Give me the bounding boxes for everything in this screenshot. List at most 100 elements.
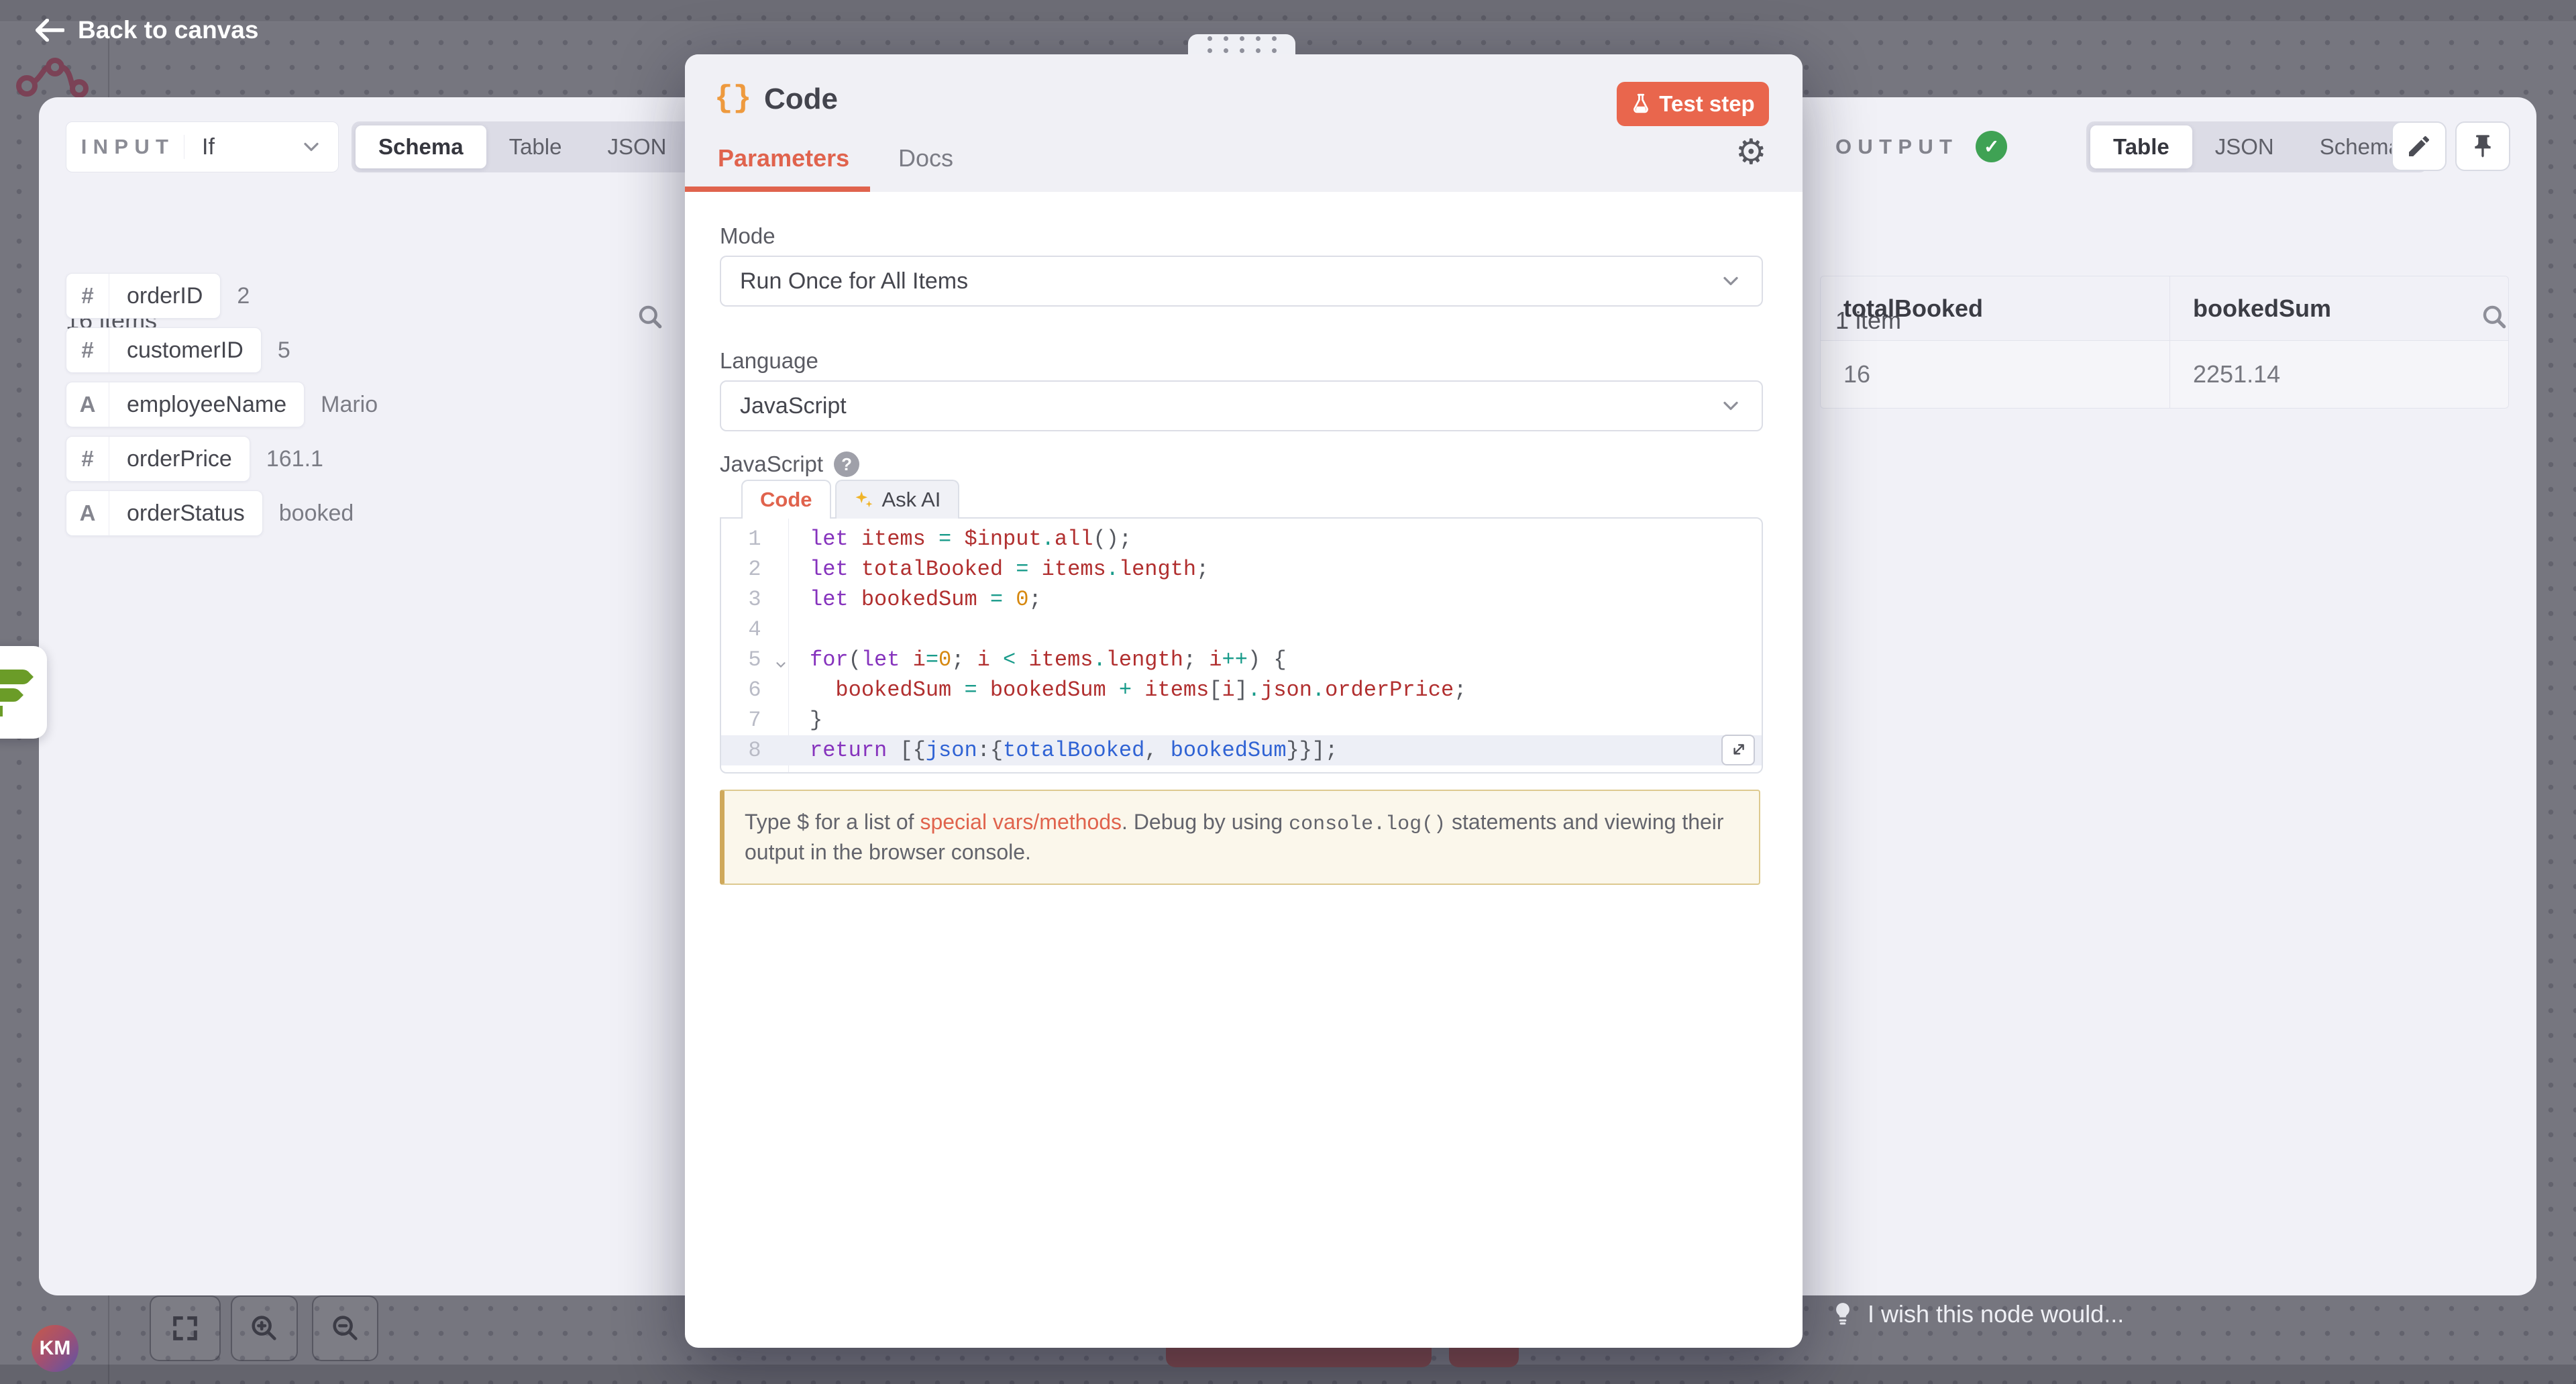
line-number: 8 bbox=[721, 735, 788, 765]
help-icon[interactable]: ? bbox=[834, 451, 859, 477]
zoom-in-icon bbox=[249, 1313, 280, 1344]
line-number: 5 bbox=[721, 645, 788, 675]
edit-output-button[interactable] bbox=[2392, 121, 2447, 171]
if-node-card[interactable] bbox=[0, 646, 47, 739]
sparkles-icon bbox=[854, 490, 874, 510]
tab-json[interactable]: JSON bbox=[584, 125, 689, 168]
pin-output-button[interactable] bbox=[2455, 121, 2510, 171]
pencil-icon bbox=[2406, 133, 2432, 160]
mode-value: Run Once for All Items bbox=[740, 268, 968, 295]
code-node-modal: {} Code Test step Parameters Docs ⚙ Mode… bbox=[685, 54, 1803, 1348]
input-source-value: If bbox=[184, 134, 299, 160]
code-text: let items = $input.all(); bbox=[810, 524, 1132, 554]
zoom-in-button[interactable] bbox=[231, 1295, 298, 1361]
tab-table[interactable]: Table bbox=[2090, 125, 2192, 168]
zoom-to-fit-button[interactable] bbox=[150, 1295, 221, 1361]
pin-icon bbox=[2469, 133, 2496, 160]
tab-table[interactable]: Table bbox=[486, 125, 585, 168]
chevron-down-icon bbox=[1719, 394, 1743, 418]
code-line-4[interactable]: 4 bbox=[721, 615, 1762, 645]
schema-field-row: #orderID 2 bbox=[66, 273, 378, 319]
tab-code[interactable]: Code bbox=[741, 480, 831, 519]
code-line-8[interactable]: 8 return [{json:{totalBooked, bookedSum}}… bbox=[721, 735, 1762, 765]
editor-label: JavaScript bbox=[720, 451, 823, 477]
tab-json[interactable]: JSON bbox=[2192, 125, 2297, 168]
schema-field-pill-employeeName[interactable]: AemployeeName bbox=[66, 382, 305, 427]
drag-dots-icon bbox=[1208, 36, 1277, 53]
string-type-icon: A bbox=[66, 491, 109, 535]
special-vars-link[interactable]: special vars/methods bbox=[920, 810, 1122, 834]
input-panel: INPUT If SchemaTableJSON 16 items #order… bbox=[39, 97, 685, 1295]
code-editor[interactable]: 1let items = $input.all();2 let totalBook… bbox=[720, 517, 1763, 774]
node-title: Code bbox=[764, 83, 838, 116]
schema-field-row: #customerID 5 bbox=[66, 327, 378, 373]
output-panel: OUTPUT ✓ TableJSONSchema 1 item totalBoo… bbox=[1803, 97, 2536, 1295]
zoom-out-button[interactable] bbox=[312, 1295, 378, 1361]
node-feedback-prompt[interactable]: I wish this node would... bbox=[1830, 1300, 2124, 1328]
cell-totalBooked: 16 bbox=[1821, 341, 2169, 408]
field-value: 5 bbox=[278, 337, 290, 364]
tab-parameters[interactable]: Parameters bbox=[718, 144, 849, 172]
back-to-canvas-button[interactable]: Back to canvas bbox=[35, 16, 258, 44]
code-line-5[interactable]: 5for(let i=0; i < items.length; i++) { bbox=[721, 645, 1762, 675]
zoom-out-icon bbox=[330, 1313, 361, 1344]
number-type-icon: # bbox=[66, 328, 109, 372]
chevron-down-icon bbox=[1719, 269, 1743, 293]
code-node-icon: {} bbox=[714, 81, 751, 116]
language-select[interactable]: JavaScript bbox=[720, 380, 1763, 431]
number-type-icon: # bbox=[66, 437, 109, 481]
success-check-icon: ✓ bbox=[1976, 131, 2007, 162]
editor-hint-callout: Type $ for a list of special vars/method… bbox=[720, 790, 1760, 885]
output-table: totalBookedbookedSum162251.14 bbox=[1820, 276, 2509, 409]
field-value: 2 bbox=[237, 283, 250, 309]
schema-field-pill-orderID[interactable]: #orderID bbox=[66, 273, 221, 319]
schema-field-row: #orderPrice161.1 bbox=[66, 436, 378, 482]
code-text: bookedSum = bookedSum + items[i].json.or… bbox=[810, 675, 1466, 705]
line-number: 7 bbox=[721, 705, 788, 735]
editor-tabs: Code Ask AI bbox=[720, 480, 963, 517]
input-source-selector[interactable]: INPUT If bbox=[66, 121, 339, 172]
output-display-mode-tabs: TableJSONSchema bbox=[2086, 121, 2428, 172]
schema-field-pill-orderStatus[interactable]: AorderStatus bbox=[66, 490, 263, 536]
code-line-3[interactable]: 3 let bookedSum = 0; bbox=[721, 584, 1762, 615]
field-name: orderPrice bbox=[109, 437, 250, 481]
field-name: orderID bbox=[109, 274, 220, 318]
tab-schema[interactable]: Schema bbox=[356, 125, 486, 168]
node-settings-gear-icon[interactable]: ⚙ bbox=[1735, 135, 1767, 170]
code-line-6[interactable]: 6 bookedSum = bookedSum + items[i].json.… bbox=[721, 675, 1762, 705]
mode-select[interactable]: Run Once for All Items bbox=[720, 256, 1763, 307]
line-number: 3 bbox=[721, 584, 788, 615]
string-type-icon: A bbox=[66, 382, 109, 427]
language-value: JavaScript bbox=[740, 393, 847, 419]
field-name: employeeName bbox=[109, 382, 304, 427]
editor-expand-button[interactable] bbox=[1721, 735, 1755, 765]
code-text: } bbox=[810, 705, 822, 735]
code-line-1[interactable]: 1let items = $input.all(); bbox=[721, 524, 1762, 554]
tab-docs[interactable]: Docs bbox=[898, 144, 953, 172]
node-feedback-text: I wish this node would... bbox=[1868, 1300, 2124, 1328]
code-line-2[interactable]: 2 let totalBooked = items.length; bbox=[721, 554, 1762, 584]
user-avatar[interactable]: KM bbox=[32, 1325, 78, 1372]
test-step-button[interactable]: Test step bbox=[1617, 82, 1769, 126]
schema-field-pill-customerID[interactable]: #customerID bbox=[66, 327, 262, 373]
expand-arrow-icon bbox=[1729, 741, 1747, 759]
schema-field-pill-orderPrice[interactable]: #orderPrice bbox=[66, 436, 250, 482]
line-number: 2 bbox=[721, 554, 788, 584]
workflow-node-glyph bbox=[16, 56, 91, 99]
column-header-totalBooked: totalBooked bbox=[1821, 276, 2169, 341]
code-text: return [{json:{totalBooked, bookedSum}}]… bbox=[810, 735, 1338, 765]
modal-header: {} Code Test step Parameters Docs ⚙ bbox=[685, 54, 1803, 192]
tab-ask-ai[interactable]: Ask AI bbox=[835, 480, 960, 519]
input-panel-label: INPUT bbox=[66, 135, 184, 159]
code-text: let bookedSum = 0; bbox=[810, 584, 1042, 615]
modal-drag-handle[interactable] bbox=[1188, 34, 1295, 55]
flask-icon bbox=[1631, 93, 1651, 115]
input-search-icon[interactable] bbox=[636, 303, 665, 332]
active-tab-underline bbox=[685, 187, 870, 192]
field-name: customerID bbox=[109, 328, 261, 372]
output-panel-label: OUTPUT bbox=[1835, 135, 1958, 159]
canvas-button-dimmed-wide bbox=[1166, 1347, 1432, 1367]
code-line-7[interactable]: 7} bbox=[721, 705, 1762, 735]
code-text: let totalBooked = items.length; bbox=[810, 554, 1209, 584]
line-number: 4 bbox=[721, 615, 788, 645]
